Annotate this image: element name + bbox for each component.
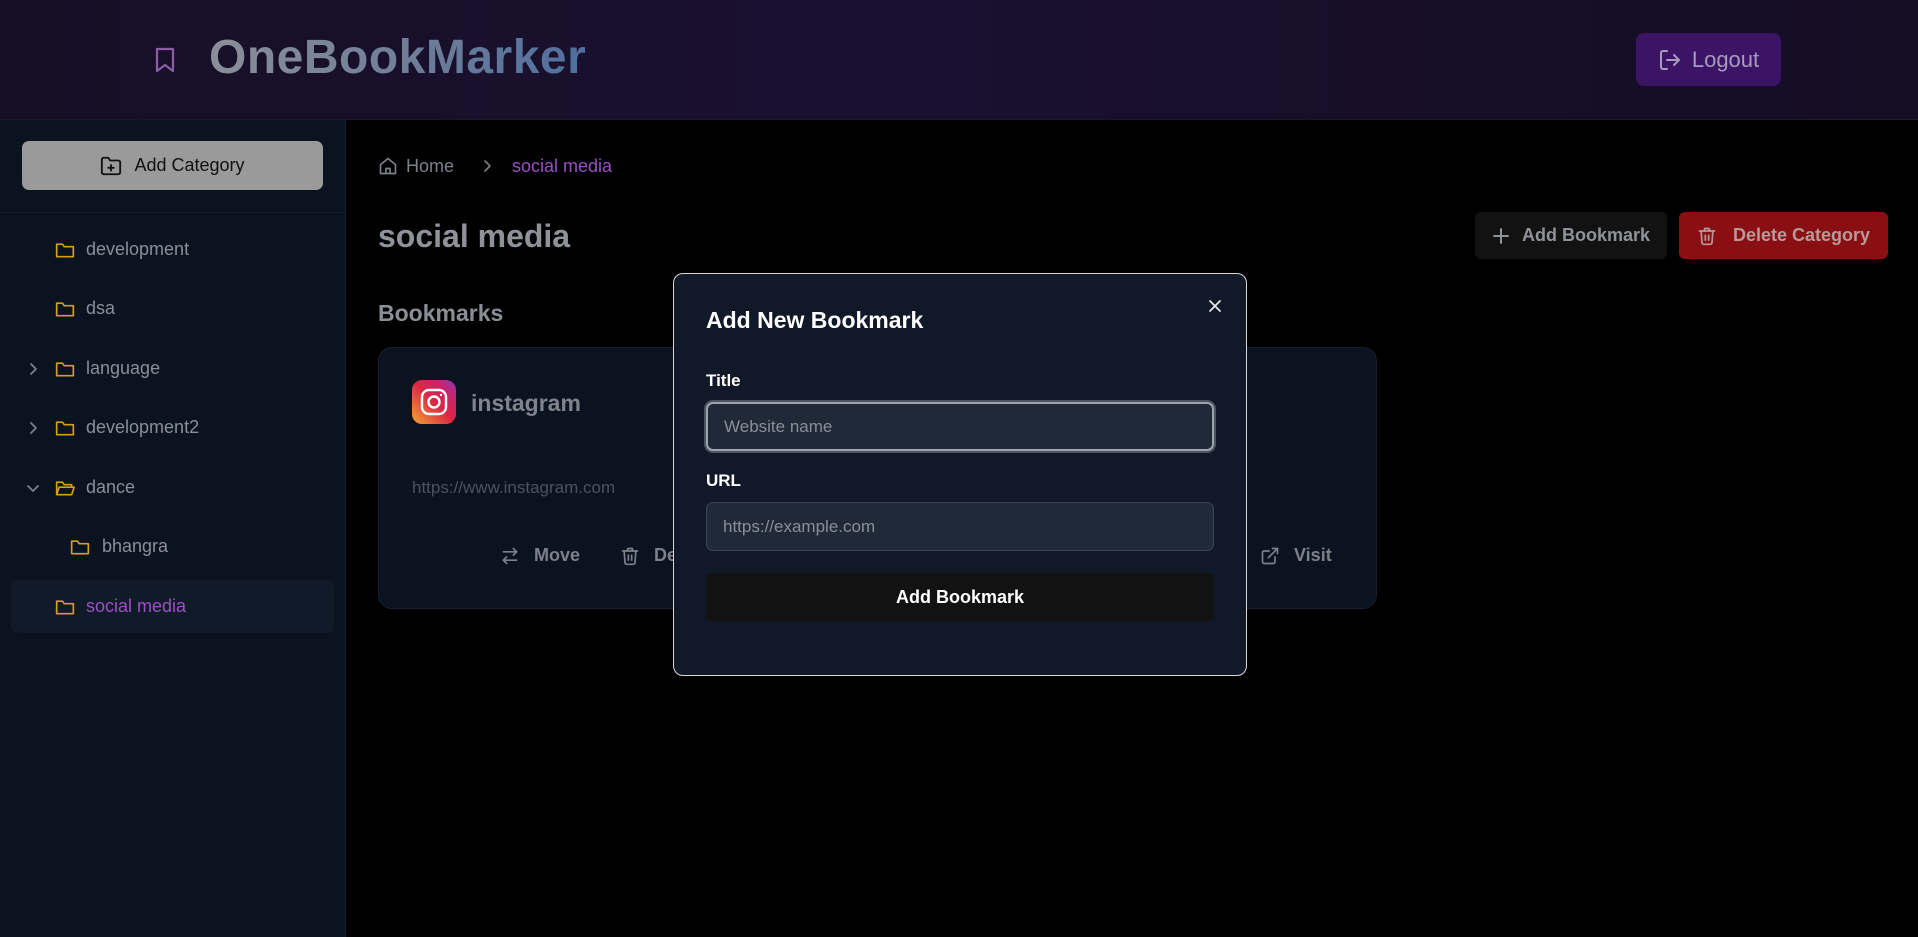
delete-category-label: Delete Category	[1732, 225, 1871, 245]
logout-label: Logout	[1691, 46, 1760, 72]
folder-open-icon	[55, 481, 75, 496]
breadcrumb-current: social media	[512, 155, 613, 176]
bookmark-title[interactable]: instagram	[471, 390, 581, 417]
sidebar-item-dance[interactable]: dance	[11, 461, 334, 514]
title-field-label: Title	[706, 371, 741, 390]
add-bookmark-label: Add Bookmark	[1521, 225, 1651, 245]
folder-icon	[55, 421, 75, 436]
url-input[interactable]	[706, 502, 1214, 551]
chevron-down-icon[interactable]	[26, 481, 40, 495]
app-header: OneBookMarker Logout	[0, 0, 1918, 120]
folder-icon	[55, 302, 75, 317]
add-category-button[interactable]: Add Category	[22, 141, 323, 190]
sidebar-item-label: social media	[86, 596, 187, 616]
page-title: social media	[378, 218, 571, 254]
instagram-icon	[412, 380, 456, 424]
chevron-right-icon	[484, 160, 491, 172]
folder-icon	[55, 600, 75, 615]
add-bookmark-modal: Add New Bookmark Title URL Add Bookmark	[673, 273, 1247, 676]
add-bookmark-button[interactable]: Add Bookmark	[1475, 212, 1667, 259]
visit-button[interactable]: Visit	[1260, 545, 1332, 566]
sidebar-item-language[interactable]: language	[11, 342, 334, 395]
modal-title: Add New Bookmark	[706, 307, 924, 333]
sidebar-divider	[0, 212, 346, 213]
folder-icon	[70, 540, 90, 555]
sidebar-item-dsa[interactable]: dsa	[11, 282, 334, 335]
url-field-label: URL	[706, 471, 741, 490]
bookmark-url: https://www.instagram.com	[412, 478, 616, 497]
sidebar-item-bhangra[interactable]: bhangra	[11, 520, 334, 573]
move-button[interactable]: Move	[500, 545, 580, 566]
close-icon[interactable]	[1206, 297, 1224, 315]
folder-icon	[55, 243, 75, 258]
sidebar-item-label: dance	[86, 477, 136, 497]
folder-icon	[55, 362, 75, 377]
sidebar-item-label: bhangra	[102, 536, 169, 556]
chevron-right-icon[interactable]	[26, 362, 40, 376]
swap-icon	[502, 547, 518, 564]
breadcrumb: Home social media	[378, 154, 612, 178]
delete-bookmark-button[interactable]: De	[620, 545, 677, 566]
sidebar-item-label: development	[86, 239, 190, 259]
visit-label: Visit	[1294, 545, 1332, 565]
sidebar-item-label: language	[86, 358, 161, 378]
move-label: Move	[534, 545, 581, 565]
add-category-label: Add Category	[134, 155, 245, 175]
sidebar-item-social-media[interactable]: social media	[11, 580, 334, 633]
title-input[interactable]	[706, 402, 1214, 451]
trash-icon	[1698, 227, 1716, 245]
submit-bookmark-button[interactable]: Add Bookmark	[706, 573, 1214, 621]
sidebar-item-development[interactable]: development	[11, 223, 334, 276]
home-icon	[379, 157, 397, 175]
folder-plus-icon	[101, 156, 122, 175]
plus-icon	[1492, 227, 1509, 244]
sidebar: Add Category development dsa language de…	[0, 120, 346, 937]
sidebar-item-label: development2	[86, 417, 200, 437]
logout-button[interactable]: Logout	[1636, 33, 1781, 86]
app-title: OneBookMarker	[209, 31, 587, 84]
chevron-right-icon[interactable]	[26, 421, 40, 435]
breadcrumb-home-link[interactable]: Home	[406, 156, 454, 177]
sidebar-item-development2[interactable]: development2	[11, 401, 334, 454]
logout-icon	[1659, 49, 1680, 70]
sidebar-item-label: dsa	[86, 298, 116, 318]
delete-category-button[interactable]: Delete Category	[1679, 212, 1888, 259]
trash-icon	[621, 547, 639, 565]
external-link-icon	[1261, 547, 1279, 564]
bookmarks-heading: Bookmarks	[378, 300, 504, 326]
bookmark-icon	[155, 47, 175, 73]
